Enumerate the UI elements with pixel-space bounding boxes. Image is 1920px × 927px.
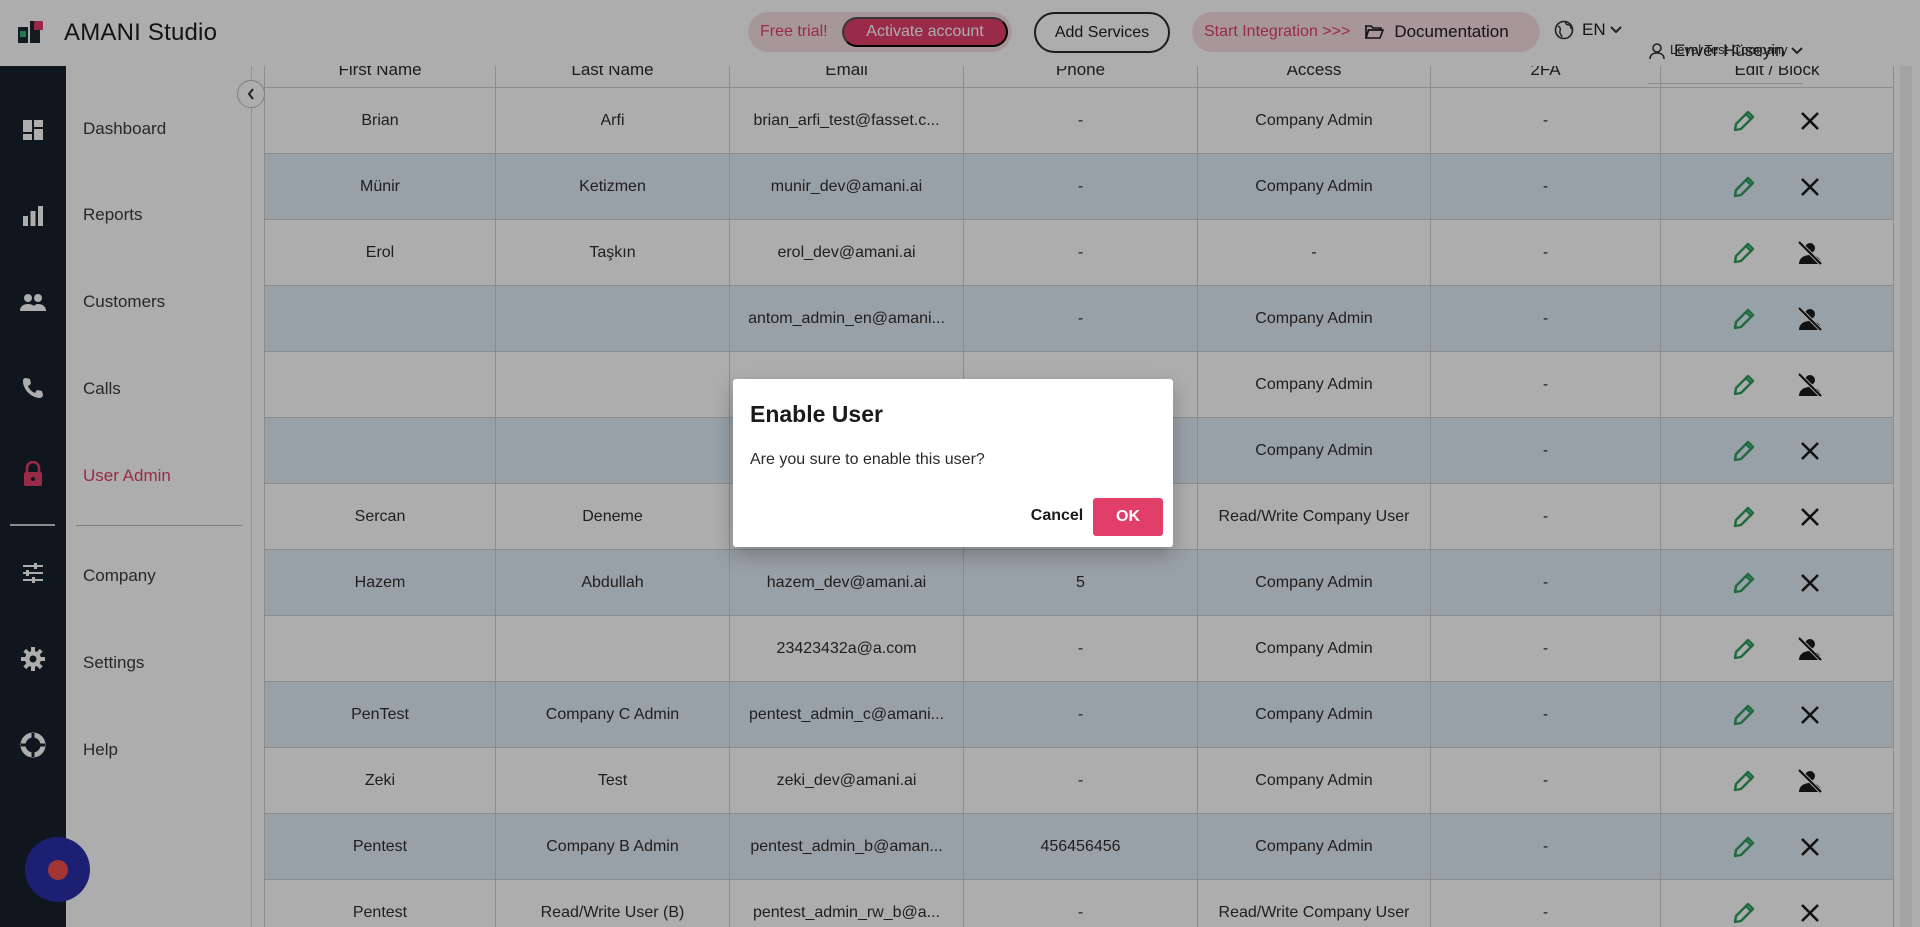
dialog-message: Are you sure to enable this user? [750, 451, 985, 468]
ok-button[interactable]: OK [1093, 498, 1163, 536]
enable-user-dialog: Enable User Are you sure to enable this … [733, 379, 1173, 547]
cancel-button[interactable]: Cancel [1015, 497, 1099, 535]
dialog-title: Enable User [750, 401, 883, 427]
